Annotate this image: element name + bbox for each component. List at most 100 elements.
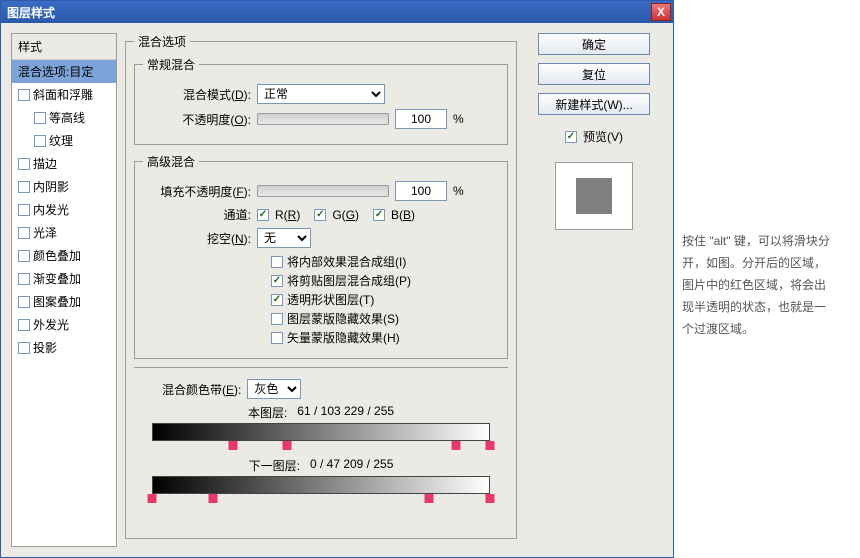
sidebar-item-4[interactable]: 描边 (12, 152, 116, 175)
adv-opt-checkbox-0[interactable] (271, 256, 283, 268)
sidebar-checkbox-11[interactable] (18, 319, 30, 331)
preview-box (555, 162, 633, 230)
preview-label: 预览(V) (583, 128, 623, 145)
fill-opacity-value[interactable]: 100 (395, 181, 447, 201)
fill-percent: % (453, 184, 464, 198)
channel-r-checkbox[interactable] (257, 209, 269, 221)
this-layer-track[interactable] (152, 423, 490, 441)
ok-button[interactable]: 确定 (538, 33, 650, 55)
sidebar-item-9[interactable]: 渐变叠加 (12, 267, 116, 290)
this-markers-marker-2[interactable] (452, 441, 461, 450)
new-style-button[interactable]: 新建样式(W)... (538, 93, 650, 115)
sidebar-header: 样式 (12, 34, 116, 60)
fill-opacity-label: 填充不透明度(F): (143, 183, 251, 200)
adv-opt-label-3: 图层蒙版隐藏效果(S) (287, 310, 399, 327)
sidebar-item-7[interactable]: 光泽 (12, 221, 116, 244)
under-markers-marker-0[interactable] (148, 494, 157, 503)
sidebar-checkbox-9[interactable] (18, 273, 30, 285)
channel-b-checkbox[interactable] (373, 209, 385, 221)
opacity-label: 不透明度(O): (143, 111, 251, 128)
channel-r-label: R(R) (275, 208, 300, 222)
opacity-slider[interactable] (257, 113, 389, 125)
channel-b-label: B(B) (391, 208, 415, 222)
this-markers-marker-1[interactable] (283, 441, 292, 450)
adv-opt-4: 矢量蒙版隐藏效果(H) (271, 329, 499, 346)
preview-checkbox[interactable] (565, 131, 577, 143)
adv-opt-checkbox-3[interactable] (271, 313, 283, 325)
channel-g-label: G(G) (332, 208, 359, 222)
under-layer-label: 下一图层: (249, 457, 300, 474)
blend-mode-select[interactable]: 正常 (257, 84, 385, 104)
sidebar-label-5: 内阴影 (33, 178, 69, 195)
sidebar-item-11[interactable]: 外发光 (12, 313, 116, 336)
adv-opt-label-2: 透明形状图层(T) (287, 291, 374, 308)
blend-options-group: 混合选项 常规混合 混合模式(D): 正常 不透明度(O): 100 % (125, 33, 517, 539)
sidebar-checkbox-1[interactable] (18, 89, 30, 101)
preview-swatch (576, 178, 612, 214)
sidebar-checkbox-2[interactable] (34, 112, 46, 124)
close-button[interactable]: X (651, 3, 671, 21)
opacity-percent: % (453, 112, 464, 126)
sidebar-item-10[interactable]: 图案叠加 (12, 290, 116, 313)
knockout-select[interactable]: 无 (257, 228, 311, 248)
general-legend: 常规混合 (143, 56, 199, 73)
sidebar-item-0[interactable]: 混合选项:目定 (12, 60, 116, 83)
advanced-legend: 高级混合 (143, 153, 199, 170)
dialog-title: 图层样式 (7, 4, 55, 21)
blendif-label: 混合颜色带(E): (162, 381, 241, 398)
sidebar-label-3: 纹理 (49, 132, 73, 149)
external-caption: 按住 "alt" 键，可以将滑块分开，如图。分开后的区域，图片中的红色区域，将会… (682, 230, 830, 558)
adv-opt-checkbox-2[interactable] (271, 294, 283, 306)
sidebar-label-7: 光泽 (33, 224, 57, 241)
fill-opacity-slider[interactable] (257, 185, 389, 197)
sidebar-label-1: 斜面和浮雕 (33, 86, 93, 103)
sidebar-checkbox-3[interactable] (34, 135, 46, 147)
under-markers-marker-2[interactable] (425, 494, 434, 503)
sidebar-checkbox-12[interactable] (18, 342, 30, 354)
advanced-blend-group: 高级混合 填充不透明度(F): 100 % 通道: R(R) G(G) B(B) (134, 153, 508, 359)
sidebar-item-5[interactable]: 内阴影 (12, 175, 116, 198)
sidebar-checkbox-5[interactable] (18, 181, 30, 193)
sidebar-checkbox-7[interactable] (18, 227, 30, 239)
sidebar-label-0: 混合选项:目定 (18, 63, 93, 80)
this-markers-marker-3[interactable] (486, 441, 495, 450)
sidebar-item-2[interactable]: 等高线 (12, 106, 116, 129)
adv-opt-checkbox-4[interactable] (271, 332, 283, 344)
main-panel: 混合选项 常规混合 混合模式(D): 正常 不透明度(O): 100 % (125, 33, 517, 547)
sidebar-checkbox-10[interactable] (18, 296, 30, 308)
sidebar-checkbox-4[interactable] (18, 158, 30, 170)
sidebar-label-4: 描边 (33, 155, 57, 172)
sidebar-label-10: 图案叠加 (33, 293, 81, 310)
sidebar-checkbox-6[interactable] (18, 204, 30, 216)
this-layer-label: 本图层: (248, 404, 287, 421)
sidebar-checkbox-8[interactable] (18, 250, 30, 262)
channel-g-checkbox[interactable] (314, 209, 326, 221)
under-markers-marker-3[interactable] (486, 494, 495, 503)
sidebar-item-1[interactable]: 斜面和浮雕 (12, 83, 116, 106)
this-markers-marker-0[interactable] (229, 441, 238, 450)
button-column: 确定 复位 新建样式(W)... 预览(V) (525, 33, 663, 547)
close-x: X (657, 5, 665, 19)
under-layer-values: 0 / 47 209 / 255 (310, 457, 393, 474)
sidebar-item-3[interactable]: 纹理 (12, 129, 116, 152)
blend-mode-label: 混合模式(D): (143, 86, 251, 103)
opacity-value[interactable]: 100 (395, 109, 447, 129)
under-markers-marker-1[interactable] (208, 494, 217, 503)
adv-opt-checkbox-1[interactable] (271, 275, 283, 287)
sidebar-item-6[interactable]: 内发光 (12, 198, 116, 221)
adv-opt-3: 图层蒙版隐藏效果(S) (271, 310, 499, 327)
blend-if-group: 混合颜色带(E): 灰色 本图层: 61 / 103 229 / 255 (134, 367, 508, 520)
this-layer-values: 61 / 103 229 / 255 (297, 404, 394, 421)
adv-opt-label-1: 将剪贴图层混合成组(P) (287, 272, 411, 289)
reset-button[interactable]: 复位 (538, 63, 650, 85)
blendif-select[interactable]: 灰色 (247, 379, 301, 399)
adv-opt-label-0: 将内部效果混合成组(I) (287, 253, 406, 270)
sidebar-label-11: 外发光 (33, 316, 69, 333)
sidebar-item-8[interactable]: 颜色叠加 (12, 244, 116, 267)
adv-opt-2: 透明形状图层(T) (271, 291, 499, 308)
titlebar[interactable]: 图层样式 X (1, 1, 673, 23)
under-layer-track[interactable] (152, 476, 490, 494)
sidebar-item-12[interactable]: 投影 (12, 336, 116, 359)
adv-opt-label-4: 矢量蒙版隐藏效果(H) (287, 329, 400, 346)
channels-label: 通道: (143, 206, 251, 223)
